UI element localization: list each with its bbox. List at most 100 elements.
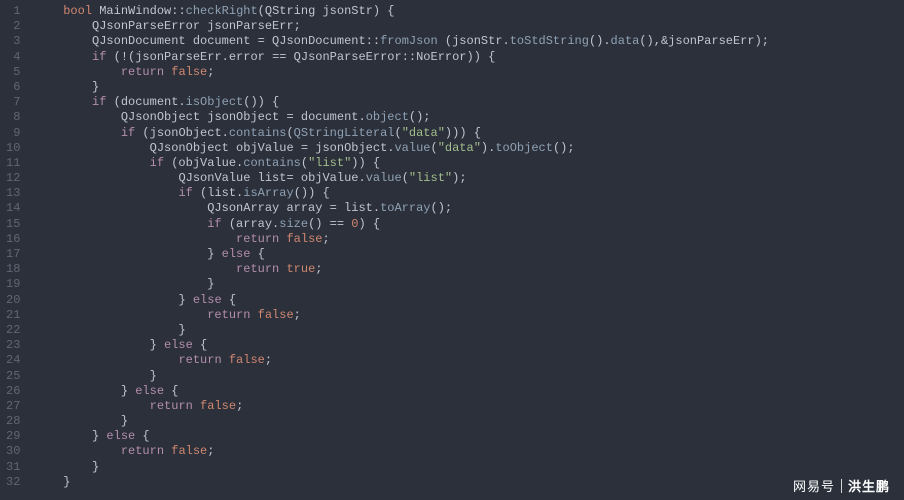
token-op: == xyxy=(330,217,344,231)
token-kw: else xyxy=(164,338,193,352)
token-func: isArray xyxy=(243,186,293,200)
code-area[interactable]: bool MainWindow::checkRight(QString json… xyxy=(30,0,904,500)
token-punct: ( xyxy=(301,156,308,170)
token-punct: ; xyxy=(322,232,329,246)
code-line[interactable]: } else { xyxy=(34,338,904,353)
code-line[interactable]: QJsonValue list= objValue.value("list"); xyxy=(34,171,904,186)
token-punct: (); xyxy=(409,110,431,124)
code-line[interactable]: if (jsonObject.contains(QStringLiteral("… xyxy=(34,126,904,141)
line-number: 12 xyxy=(6,171,20,186)
code-line[interactable]: return false; xyxy=(34,232,904,247)
token-kw: return xyxy=(150,399,193,413)
token-ident xyxy=(222,353,229,367)
watermark-author: 洪生鹏 xyxy=(848,479,890,494)
token-punct: } xyxy=(92,460,99,474)
code-line[interactable]: } xyxy=(34,323,904,338)
token-punct: ; xyxy=(315,262,322,276)
code-line[interactable]: } xyxy=(34,414,904,429)
token-punct: ; xyxy=(294,308,301,322)
token-punct: } xyxy=(92,429,106,443)
token-kw: if xyxy=(150,156,164,170)
code-line[interactable]: if (!(jsonParseErr.error == QJsonParseEr… xyxy=(34,50,904,65)
code-line[interactable]: return false; xyxy=(34,353,904,368)
line-number: 16 xyxy=(6,232,20,247)
token-punct: } xyxy=(178,323,185,337)
watermark-separator xyxy=(841,479,842,493)
code-line[interactable]: } else { xyxy=(34,384,904,399)
line-number: 8 xyxy=(6,110,20,125)
code-line[interactable]: if (array.size() == 0) { xyxy=(34,217,904,232)
code-line[interactable]: } xyxy=(34,475,904,490)
code-line[interactable]: if (objValue.contains("list")) { xyxy=(34,156,904,171)
code-line[interactable]: QJsonObject objValue = jsonObject.value(… xyxy=(34,141,904,156)
token-ident: QJsonObject jsonObject xyxy=(121,110,287,124)
token-ident: (array. xyxy=(222,217,280,231)
token-ident: (jsonParseErr.error xyxy=(128,50,272,64)
token-kw: if xyxy=(178,186,192,200)
token-punct: ; xyxy=(236,399,243,413)
token-kw: if xyxy=(92,50,106,64)
token-ident: document. xyxy=(294,110,366,124)
token-punct: ( xyxy=(258,4,265,18)
token-op: = xyxy=(286,171,293,185)
token-op: == xyxy=(272,50,286,64)
code-line[interactable]: QJsonParseError jsonParseErr; xyxy=(34,19,904,34)
token-bool: false xyxy=(229,353,265,367)
token-punct: ( xyxy=(402,171,409,185)
line-number: 18 xyxy=(6,262,20,277)
line-number: 26 xyxy=(6,384,20,399)
token-func: contains xyxy=(229,126,287,140)
token-ident: (list. xyxy=(193,186,243,200)
token-ident: QJsonDocument xyxy=(265,34,366,48)
code-line[interactable]: QJsonArray array = list.toArray(); xyxy=(34,201,904,216)
token-ident: jsonParseErr); xyxy=(668,34,769,48)
token-kw: else xyxy=(193,293,222,307)
code-line[interactable]: } else { xyxy=(34,293,904,308)
code-line[interactable]: } xyxy=(34,460,904,475)
token-kw: return xyxy=(207,308,250,322)
token-kw: if xyxy=(121,126,135,140)
code-line[interactable]: return true; xyxy=(34,262,904,277)
line-number: 23 xyxy=(6,338,20,353)
code-line[interactable]: if (document.isObject()) { xyxy=(34,95,904,110)
token-punct: { xyxy=(193,338,207,352)
token-func: QStringLiteral xyxy=(294,126,395,140)
line-number: 27 xyxy=(6,399,20,414)
token-punct: { xyxy=(164,384,178,398)
code-line[interactable]: QJsonObject jsonObject = document.object… xyxy=(34,110,904,125)
token-punct: ) { xyxy=(358,217,380,231)
watermark-brand: 网易号 xyxy=(793,479,835,494)
token-punct: ) { xyxy=(373,4,395,18)
code-line[interactable]: return false; xyxy=(34,444,904,459)
code-line[interactable]: return false; xyxy=(34,308,904,323)
token-kw: else xyxy=(106,429,135,443)
code-line[interactable]: } xyxy=(34,369,904,384)
token-op: = xyxy=(301,141,308,155)
code-line[interactable]: } else { xyxy=(34,247,904,262)
token-kw: return xyxy=(121,444,164,458)
code-line[interactable]: } xyxy=(34,80,904,95)
token-func: size xyxy=(279,217,308,231)
token-punct: } xyxy=(207,277,214,291)
code-line[interactable]: } xyxy=(34,277,904,292)
code-line[interactable]: return false; xyxy=(34,65,904,80)
code-line[interactable]: QJsonDocument document = QJsonDocument::… xyxy=(34,34,904,49)
code-line[interactable]: if (list.isArray()) { xyxy=(34,186,904,201)
code-line[interactable]: bool MainWindow::checkRight(QString json… xyxy=(34,4,904,19)
token-func: value xyxy=(394,141,430,155)
token-kw: else xyxy=(222,247,251,261)
token-ident: QJsonParseError jsonParseErr; xyxy=(92,19,301,33)
token-op: = xyxy=(330,201,337,215)
token-ident: objValue. xyxy=(294,171,366,185)
line-number-gutter: 1234567891011121314151617181920212223242… xyxy=(0,0,30,500)
token-kw: if xyxy=(207,217,221,231)
token-str: "data" xyxy=(402,126,445,140)
token-punct: { xyxy=(250,247,264,261)
token-str: "list" xyxy=(308,156,351,170)
code-line[interactable]: } else { xyxy=(34,429,904,444)
token-func: contains xyxy=(243,156,301,170)
token-func: toArray xyxy=(380,201,430,215)
token-punct: ; xyxy=(207,65,214,79)
token-punct: { xyxy=(222,293,236,307)
code-line[interactable]: return false; xyxy=(34,399,904,414)
